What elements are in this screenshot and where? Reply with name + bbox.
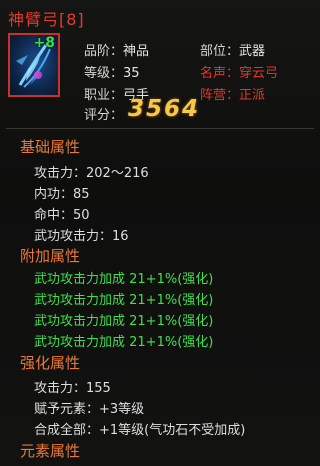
section-enhance-attrs: 强化属性	[20, 354, 81, 372]
enhance-badge: +8	[33, 35, 55, 51]
extra-attr-line: 武功攻击力加成 21+1%(强化)	[34, 293, 214, 308]
fame-value: 穿云弓	[239, 66, 279, 81]
score-label: 评分：	[84, 108, 124, 123]
slot-row: 部位：武器	[200, 44, 266, 59]
enhance-attr-line: 合成全部：+1等级(气功石不受加成)	[34, 423, 246, 438]
score-value: 3564	[128, 96, 201, 122]
section-base-attrs: 基础属性	[20, 138, 81, 156]
grade-row: 品阶：神品	[84, 44, 150, 59]
fame-row: 名声：穿云弓	[200, 66, 279, 81]
item-tooltip: 神臂弓[8] +8 品阶：神品 部位：武器 等级：35 名声：穿云弓 职业：弓手…	[0, 0, 320, 466]
enhance-attr-line: 赋予元素：+3等级	[34, 402, 145, 417]
faction-value: 正派	[239, 88, 266, 103]
base-attr-line: 内功：85	[34, 187, 90, 202]
faction-row: 阵营：正派	[200, 88, 266, 103]
base-attr-line: 攻击力：202～216	[34, 166, 149, 181]
extra-attr-line: 武功攻击力加成 21+1%(强化)	[34, 272, 214, 287]
item-name: 神臂弓[8]	[8, 10, 85, 29]
enhance-attr-line: 攻击力：155	[34, 381, 111, 396]
section-element-attrs: 元素属性	[20, 442, 81, 460]
section-extra-attrs: 附加属性	[20, 247, 81, 265]
level-value: 35	[123, 66, 140, 81]
level-row: 等级：35	[84, 66, 140, 81]
extra-attr-line: 武功攻击力加成 21+1%(强化)	[34, 314, 214, 329]
extra-attr-line: 武功攻击力加成 21+1%(强化)	[34, 335, 214, 350]
base-attr-line: 武功攻击力：16	[34, 229, 129, 244]
bow-icon[interactable]: +8	[8, 33, 60, 97]
slot-value: 武器	[239, 44, 266, 59]
grade-value: 神品	[123, 44, 150, 59]
divider	[6, 128, 314, 129]
base-attr-line: 命中：50	[34, 208, 90, 223]
